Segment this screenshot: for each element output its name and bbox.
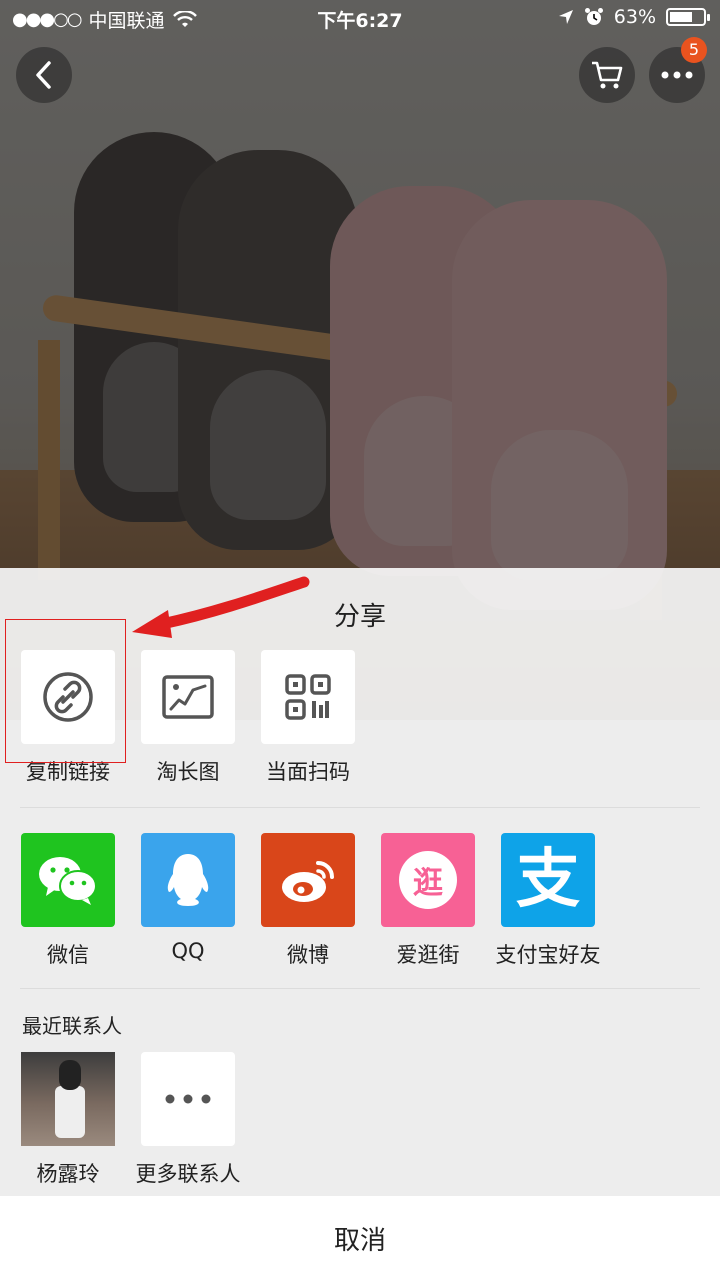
share-wechat-button[interactable]: 微信	[13, 833, 123, 969]
scan-code-button[interactable]: 当面扫码	[253, 650, 363, 786]
long-image-icon	[162, 675, 214, 719]
back-button[interactable]	[16, 47, 72, 103]
share-qq-button[interactable]: QQ	[133, 833, 243, 963]
avatar	[21, 1052, 115, 1146]
battery-icon	[666, 8, 710, 26]
cart-button[interactable]	[579, 47, 635, 103]
qr-code-icon	[285, 674, 331, 720]
wechat-label: 微信	[47, 943, 89, 967]
notification-badge: 5	[681, 37, 707, 63]
divider	[20, 807, 700, 808]
long-image-label: 淘长图	[156, 760, 220, 784]
cancel-button[interactable]: 取消	[0, 1196, 720, 1280]
share-aiguangjie-button[interactable]: 逛 爱逛街	[373, 833, 483, 969]
aiguangjie-label: 爱逛街	[396, 943, 460, 967]
more-contacts-label: 更多联系人	[135, 1162, 241, 1186]
alipay-icon: 支	[516, 843, 580, 917]
more-contacts-button[interactable]: 更多联系人	[133, 1052, 243, 1188]
highlight-box	[5, 619, 126, 763]
long-image-button[interactable]: 淘长图	[133, 650, 243, 786]
weibo-label: 微博	[287, 943, 329, 967]
qq-icon	[167, 854, 209, 906]
cart-icon	[592, 61, 623, 89]
location-icon	[558, 10, 573, 24]
scan-code-label: 当面扫码	[266, 760, 350, 784]
weibo-icon	[282, 861, 334, 902]
aiguangjie-icon: 逛	[399, 851, 457, 909]
battery-percent: 63%	[613, 6, 656, 28]
more-button[interactable]: 5	[649, 37, 707, 103]
recent-contacts-title: 最近联系人	[22, 1014, 122, 1038]
more-contacts-icon	[165, 1094, 211, 1104]
contact-item[interactable]: 杨露玲	[13, 1052, 123, 1188]
qq-label: QQ	[171, 939, 205, 963]
chevron-left-icon	[36, 61, 51, 89]
wechat-icon	[39, 857, 97, 905]
share-weibo-button[interactable]: 微博	[253, 833, 363, 969]
divider	[20, 988, 700, 989]
status-bar: ●●●○○ 中国联通 下午6:27 63%	[0, 0, 720, 38]
alipay-label: 支付宝好友	[495, 943, 601, 967]
alarm-icon	[584, 8, 603, 25]
annotation-arrow	[132, 576, 310, 638]
more-icon	[661, 71, 693, 79]
contact-name: 杨露玲	[36, 1162, 100, 1186]
share-alipay-button[interactable]: 支 支付宝好友	[493, 833, 603, 969]
